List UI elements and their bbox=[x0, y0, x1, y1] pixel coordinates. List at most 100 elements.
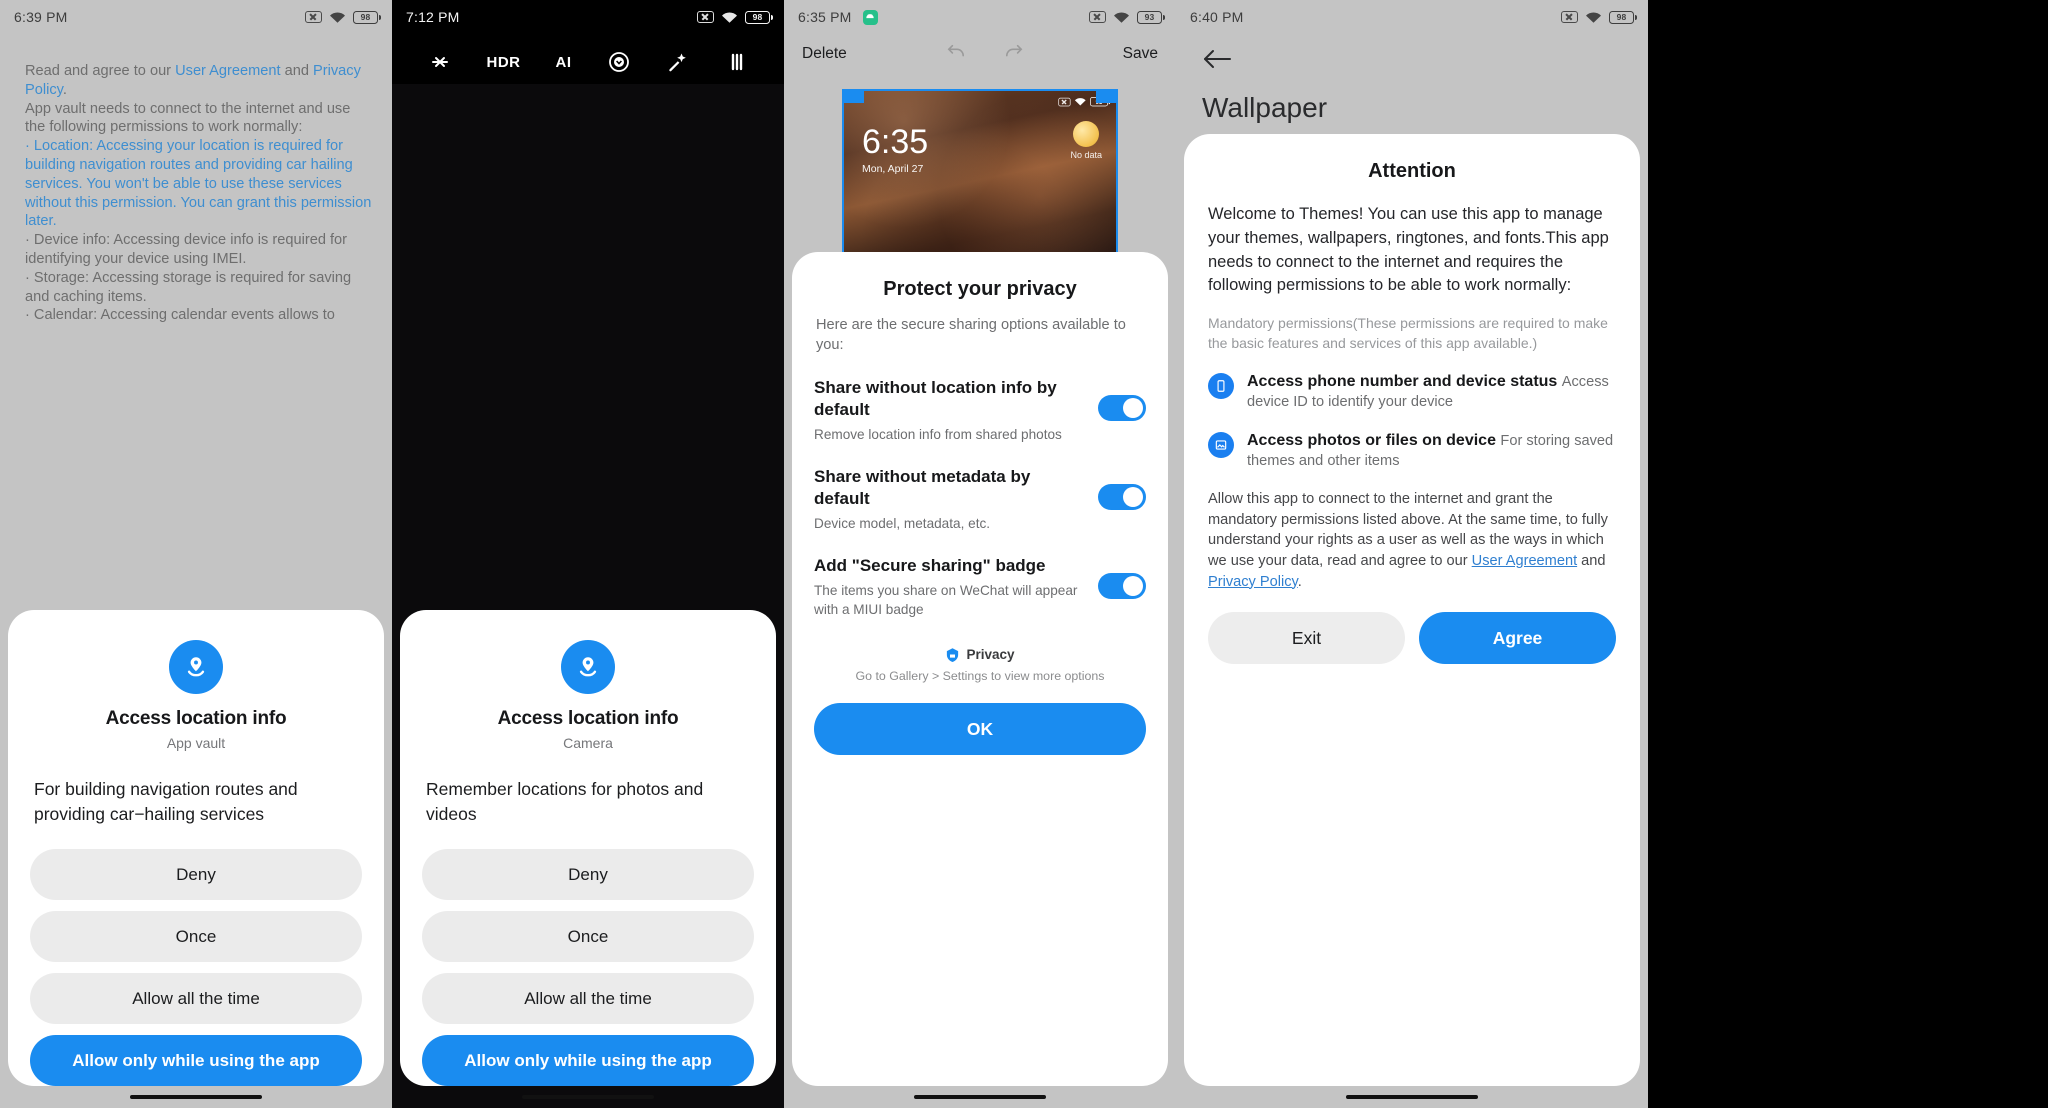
panel-gallery-privacy: 6:35 PM 93 Delete Save 6:35 Mon, April 2… bbox=[784, 0, 1176, 1108]
agreement-bullet-device: · Device info: Accessing device info is … bbox=[25, 232, 348, 267]
deny-button[interactable]: Deny bbox=[422, 849, 754, 900]
android-badge-icon bbox=[862, 9, 878, 25]
preview-date: Mon, April 27 bbox=[862, 163, 924, 175]
once-button[interactable]: Once bbox=[422, 911, 754, 962]
battery-icon: 98 bbox=[745, 10, 773, 24]
undo-icon[interactable] bbox=[945, 43, 967, 66]
crop-handle-top-left[interactable] bbox=[844, 91, 864, 103]
allow-while-using-button[interactable]: Allow only while using the app bbox=[422, 1035, 754, 1086]
privacy-brand: Privacy bbox=[814, 647, 1146, 662]
agreement-bullet-storage: · Storage: Accessing storage is required… bbox=[25, 269, 352, 305]
location-pin-icon bbox=[169, 640, 223, 694]
sheet-subtitle: Camera bbox=[563, 735, 613, 751]
allow-all-time-button[interactable]: Allow all the time bbox=[422, 973, 754, 1024]
agreement-bullet-location: · Location: Accessing your location is r… bbox=[25, 138, 372, 230]
wifi-icon bbox=[329, 11, 346, 24]
privacy-shield-icon bbox=[945, 647, 960, 662]
attention-body: Welcome to Themes! You can use this app … bbox=[1208, 205, 1609, 295]
ai-icon[interactable]: AI bbox=[556, 54, 572, 71]
once-button[interactable]: Once bbox=[30, 911, 362, 962]
exit-button[interactable]: Exit bbox=[1208, 612, 1405, 665]
sheet-description: For building navigation routes and provi… bbox=[34, 779, 298, 824]
privacy-option-metadata: Share without metadata by default Device… bbox=[814, 466, 1146, 533]
editor-toolbar: Delete Save bbox=[784, 34, 1176, 74]
agreement-paragraph: App vault needs to connect to the intern… bbox=[25, 100, 351, 136]
hdr-icon[interactable]: HDR bbox=[487, 54, 521, 71]
permission-phone-status: Access phone number and device status Ac… bbox=[1208, 371, 1616, 412]
ok-button[interactable]: OK bbox=[814, 703, 1146, 755]
sun-icon bbox=[1073, 121, 1100, 147]
privacy-option-badge: Add "Secure sharing" badge The items you… bbox=[814, 555, 1146, 619]
battery-level: 98 bbox=[1616, 12, 1627, 22]
agree-button[interactable]: Agree bbox=[1419, 612, 1616, 665]
redo-icon[interactable] bbox=[1003, 43, 1025, 66]
permission-title: Access phone number and device status bbox=[1247, 373, 1558, 391]
location-pin-icon bbox=[561, 640, 615, 694]
option-subtitle: The items you share on WeChat will appea… bbox=[814, 583, 1078, 617]
preview-weather-widget: No data bbox=[1070, 121, 1102, 160]
save-button[interactable]: Save bbox=[1123, 45, 1158, 63]
status-time: 7:12 PM bbox=[406, 9, 460, 25]
filter-circle-icon[interactable] bbox=[607, 50, 631, 74]
allow-while-using-button[interactable]: Allow only while using the app bbox=[30, 1035, 362, 1086]
privacy-policy-link[interactable]: Privacy Policy bbox=[1208, 574, 1298, 590]
permission-sheet: Access location info Camera Remember loc… bbox=[400, 610, 776, 1086]
wifi-icon bbox=[1113, 11, 1130, 24]
battery-icon: 93 bbox=[1137, 10, 1165, 24]
status-bar: 6:35 PM 93 bbox=[784, 0, 1176, 34]
more-options-icon[interactable] bbox=[725, 50, 749, 74]
agreement-intro: Read and agree to our User Agreement and… bbox=[25, 62, 374, 100]
privacy-footer-hint: Go to Gallery > Settings to view more op… bbox=[855, 669, 1105, 683]
battery-level: 98 bbox=[752, 12, 763, 22]
delete-button[interactable]: Delete bbox=[802, 45, 847, 63]
panel-themes-attention: 6:40 PM 98 Wallpaper Attention Welcome t… bbox=[1176, 0, 1648, 1108]
battery-level: 98 bbox=[360, 12, 371, 22]
battery-level: 93 bbox=[1144, 12, 1155, 22]
crop-handle-top-right[interactable] bbox=[1096, 91, 1116, 103]
no-sim-icon bbox=[1058, 97, 1071, 106]
attention-note: Mandatory permissions(These permissions … bbox=[1208, 315, 1608, 351]
magic-wand-icon[interactable] bbox=[666, 50, 690, 74]
user-agreement-link[interactable]: User Agreement bbox=[1472, 553, 1577, 569]
option-subtitle: Device model, metadata, etc. bbox=[814, 516, 991, 531]
option-title: Add "Secure sharing" badge bbox=[814, 556, 1046, 575]
page-title: Wallpaper bbox=[1202, 92, 1328, 123]
wifi-icon bbox=[721, 11, 738, 24]
deny-button[interactable]: Deny bbox=[30, 849, 362, 900]
toggle-share-without-metadata[interactable] bbox=[1098, 484, 1146, 510]
attention-actions: Exit Agree bbox=[1208, 612, 1616, 665]
status-bar: 6:39 PM 98 bbox=[0, 0, 392, 34]
wallpaper-preview[interactable]: 93 6:35 Mon, April 27 No data bbox=[842, 89, 1118, 262]
allow-all-time-button[interactable]: Allow all the time bbox=[30, 973, 362, 1024]
back-arrow-icon[interactable] bbox=[1202, 48, 1232, 75]
user-agreement-link[interactable]: User Agreement bbox=[175, 63, 280, 79]
agreement-intro-a: Read and agree to our bbox=[25, 63, 176, 79]
option-subtitle: Remove location info from shared photos bbox=[814, 427, 1062, 442]
agreement-text: Read and agree to our User Agreement and… bbox=[25, 62, 374, 325]
toggle-share-without-location[interactable] bbox=[1098, 395, 1146, 421]
battery-icon: 98 bbox=[1609, 10, 1637, 24]
photos-files-icon bbox=[1208, 432, 1234, 459]
sheet-title: Access location info bbox=[105, 708, 287, 729]
home-indicator bbox=[130, 1094, 262, 1099]
flash-off-icon[interactable] bbox=[428, 50, 452, 74]
status-bar: 7:12 PM 98 bbox=[392, 0, 784, 34]
permission-title: Access photos or files on device bbox=[1247, 432, 1496, 450]
attention-tail-c: . bbox=[1297, 573, 1302, 590]
no-sim-icon bbox=[697, 11, 714, 23]
no-sim-icon bbox=[305, 11, 322, 23]
preview-clock: 6:35 Mon, April 27 bbox=[862, 125, 928, 175]
privacy-sheet: Protect your privacy Here are the secure… bbox=[792, 252, 1168, 1086]
toggle-secure-sharing-badge[interactable] bbox=[1098, 573, 1146, 599]
preview-weather-label: No data bbox=[1070, 150, 1102, 160]
privacy-title: Protect your privacy bbox=[883, 278, 1077, 300]
privacy-brand-label: Privacy bbox=[966, 647, 1015, 662]
preview-time: 6:35 bbox=[862, 123, 929, 161]
wifi-icon bbox=[1585, 11, 1602, 24]
status-time: 6:40 PM bbox=[1190, 9, 1244, 25]
sheet-subtitle: App vault bbox=[166, 735, 226, 751]
wifi-icon bbox=[1074, 97, 1086, 106]
battery-icon: 98 bbox=[353, 10, 381, 24]
status-time: 6:35 PM bbox=[798, 9, 852, 25]
privacy-option-location: Share without location info by default R… bbox=[814, 377, 1146, 444]
